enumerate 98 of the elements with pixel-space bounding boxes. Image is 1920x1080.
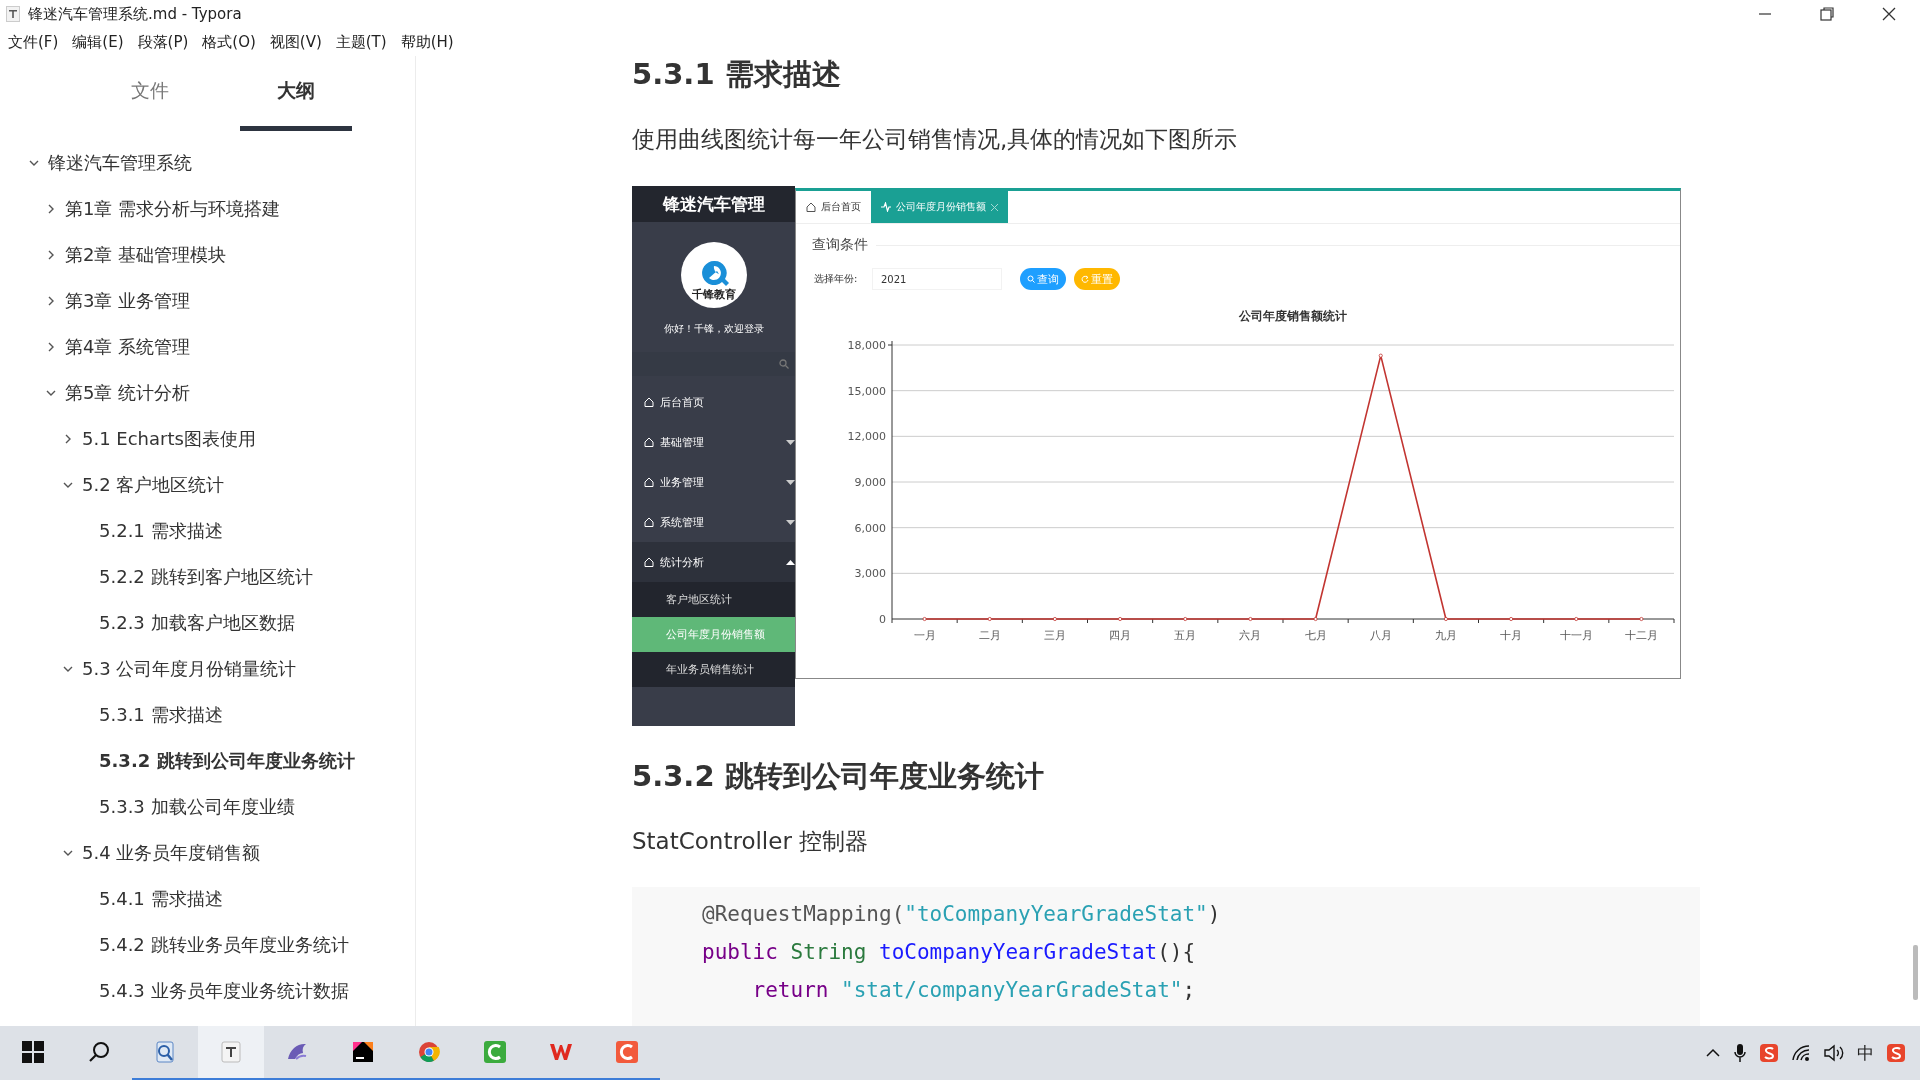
sidebar-tab[interactable]: 大纲 (240, 56, 352, 131)
outline-item[interactable]: 5.4.2 跳转业务员年度业务统计 (99, 933, 349, 957)
axis-label: 9,000 (854, 476, 886, 489)
menu-item[interactable]: 文件(F) (4, 30, 67, 54)
brand-title: 锋迷汽车管理 (632, 186, 795, 222)
fieldset-legend: 查询条件 (804, 236, 868, 254)
menu-item[interactable]: 格式(O) (198, 30, 264, 54)
pulse-icon (881, 202, 891, 212)
volume-icon[interactable] (1823, 1044, 1845, 1062)
menu-item[interactable]: 编辑(E) (68, 30, 132, 54)
home-icon (644, 397, 654, 407)
axis-label: 0 (879, 613, 886, 626)
chart-title: 公司年度销售额统计 (1239, 309, 1347, 323)
nav-item[interactable]: 后台首页 (632, 382, 795, 422)
outline-item[interactable]: 5.2.1 需求描述 (99, 519, 223, 543)
menu-item[interactable]: 帮助(H) (396, 30, 462, 54)
browser-icon (416, 1039, 442, 1065)
nav-subitem[interactable]: 客户地区统计 (632, 582, 795, 617)
axis-label: 七月 (1304, 629, 1327, 642)
home-icon (644, 517, 654, 527)
menu-item[interactable]: 视图(V) (265, 30, 330, 54)
windows-icon (22, 1041, 44, 1063)
axis-label: 三月 (1043, 629, 1066, 642)
greeting-text: 你好！千锋，欢迎登录 (662, 322, 765, 336)
search-field[interactable] (632, 352, 795, 376)
outline-item[interactable]: 第2章 基础管理模块 (65, 243, 227, 267)
restore-icon[interactable] (1819, 6, 1835, 22)
home-icon (644, 557, 654, 567)
nav-item[interactable]: 统计分析 (632, 542, 795, 582)
s-logo-icon[interactable] (1759, 1043, 1779, 1063)
axis-label: 五月 (1174, 629, 1197, 642)
outline-item[interactable]: 第1章 需求分析与环境搭建 (65, 197, 281, 221)
outline-item[interactable]: 5.3.3 加载公司年度业绩 (99, 795, 295, 819)
microphone-icon[interactable] (1733, 1043, 1747, 1063)
c-logo-icon (614, 1039, 640, 1065)
home-icon (806, 202, 816, 212)
outline-item[interactable]: 第4章 系统管理 (65, 335, 191, 359)
axis-label: 十一月 (1559, 629, 1593, 642)
window-title: 锋迷汽车管理系统.md - Typora (28, 4, 242, 24)
c-logo-icon (482, 1039, 508, 1065)
close-icon[interactable] (1881, 6, 1897, 22)
outline-item[interactable]: 第5章 统计分析 (65, 381, 191, 405)
paragraph: 使用曲线图统计每一年公司销售情况,具体的情况如下图所示 (632, 125, 1239, 154)
s-logo-icon[interactable] (1886, 1043, 1906, 1063)
refresh-icon (1081, 275, 1089, 283)
ide-icon (350, 1039, 376, 1065)
outline-item[interactable]: 5.4 业务员年度销售额 (82, 841, 261, 865)
outline-item[interactable]: 5.3 公司年度月份销量统计 (82, 657, 297, 681)
outline-item[interactable]: 5.2.2 跳转到客户地区统计 (99, 565, 313, 589)
nav-item[interactable]: 基础管理 (632, 422, 795, 462)
axis-label: 十二月 (1624, 629, 1658, 642)
year-field[interactable]: 2021 (872, 268, 1002, 290)
axis-label: 15,000 (847, 384, 886, 398)
axis-label: 6,000 (854, 521, 886, 535)
scrollbar-thumb[interactable] (1913, 945, 1918, 1000)
wifi-icon[interactable] (1791, 1044, 1811, 1062)
search-icon (88, 1041, 110, 1063)
outline-item[interactable]: 5.3.2 跳转到公司年度业务统计 (99, 749, 355, 773)
outline-item[interactable]: 5.4.1 需求描述 (99, 887, 223, 911)
home-icon (644, 477, 654, 487)
code-line: return "stat/companyYearGradeStat"; (751, 977, 1197, 1004)
page-tab[interactable]: 后台首页 (796, 191, 871, 223)
code-line: public String toCompanyYearGradeStat(){ (702, 939, 1197, 966)
menu-item[interactable]: 主题(T) (331, 30, 395, 54)
axis-label: 九月 (1434, 629, 1457, 642)
axis-label: 八月 (1369, 629, 1392, 642)
outline-item[interactable]: 5.1 Echarts图表使用 (82, 427, 256, 451)
axis-label: 3,000 (854, 567, 886, 581)
axis-label: 一月 (913, 629, 936, 642)
axis-label: 四月 (1109, 629, 1132, 642)
section-heading: 5.3.1 需求描述 (632, 56, 842, 92)
outline-item[interactable]: 第3章 业务管理 (65, 289, 191, 313)
text-editor-icon (218, 1039, 244, 1065)
search-icon (1027, 275, 1035, 283)
sidebar-tab[interactable]: 文件 (60, 56, 240, 131)
paragraph: StatController 控制器 (632, 827, 870, 856)
outline-item[interactable]: 5.2.3 加载客户地区数据 (99, 611, 295, 635)
outline-item[interactable]: 5.3.1 需求描述 (99, 703, 223, 727)
home-icon (644, 437, 654, 447)
outline-item[interactable]: 5.2 客户地区统计 (82, 473, 225, 497)
nav-item[interactable]: 系统管理 (632, 502, 795, 542)
nav-item[interactable]: 业务管理 (632, 462, 795, 502)
axis-label: 二月 (978, 629, 1001, 642)
axis-label: 六月 (1239, 629, 1262, 642)
app-icon (6, 6, 20, 22)
axis-label: 12,000 (847, 430, 886, 444)
menu-item[interactable]: 段落(P) (133, 30, 197, 54)
axis-label: 十月 (1500, 629, 1523, 642)
search-icon (779, 359, 789, 369)
logo-text: 千锋教育 (691, 287, 736, 302)
axis-label: 18,000 (847, 339, 886, 352)
nav-subitem[interactable]: 年业务员销售统计 (632, 652, 795, 687)
input-method-indicator[interactable]: 中 (1857, 1041, 1874, 1065)
section-heading: 5.3.2 跳转到公司年度业务统计 (632, 758, 1045, 794)
outline-item[interactable]: 锋迷汽车管理系统 (48, 151, 192, 175)
outline-item[interactable]: 5.4.3 业务员年度业务统计数据 (99, 979, 349, 1003)
field-label: 选择年份: (814, 272, 859, 286)
code-line: @RequestMapping("toCompanyYearGradeStat") (702, 901, 1222, 928)
